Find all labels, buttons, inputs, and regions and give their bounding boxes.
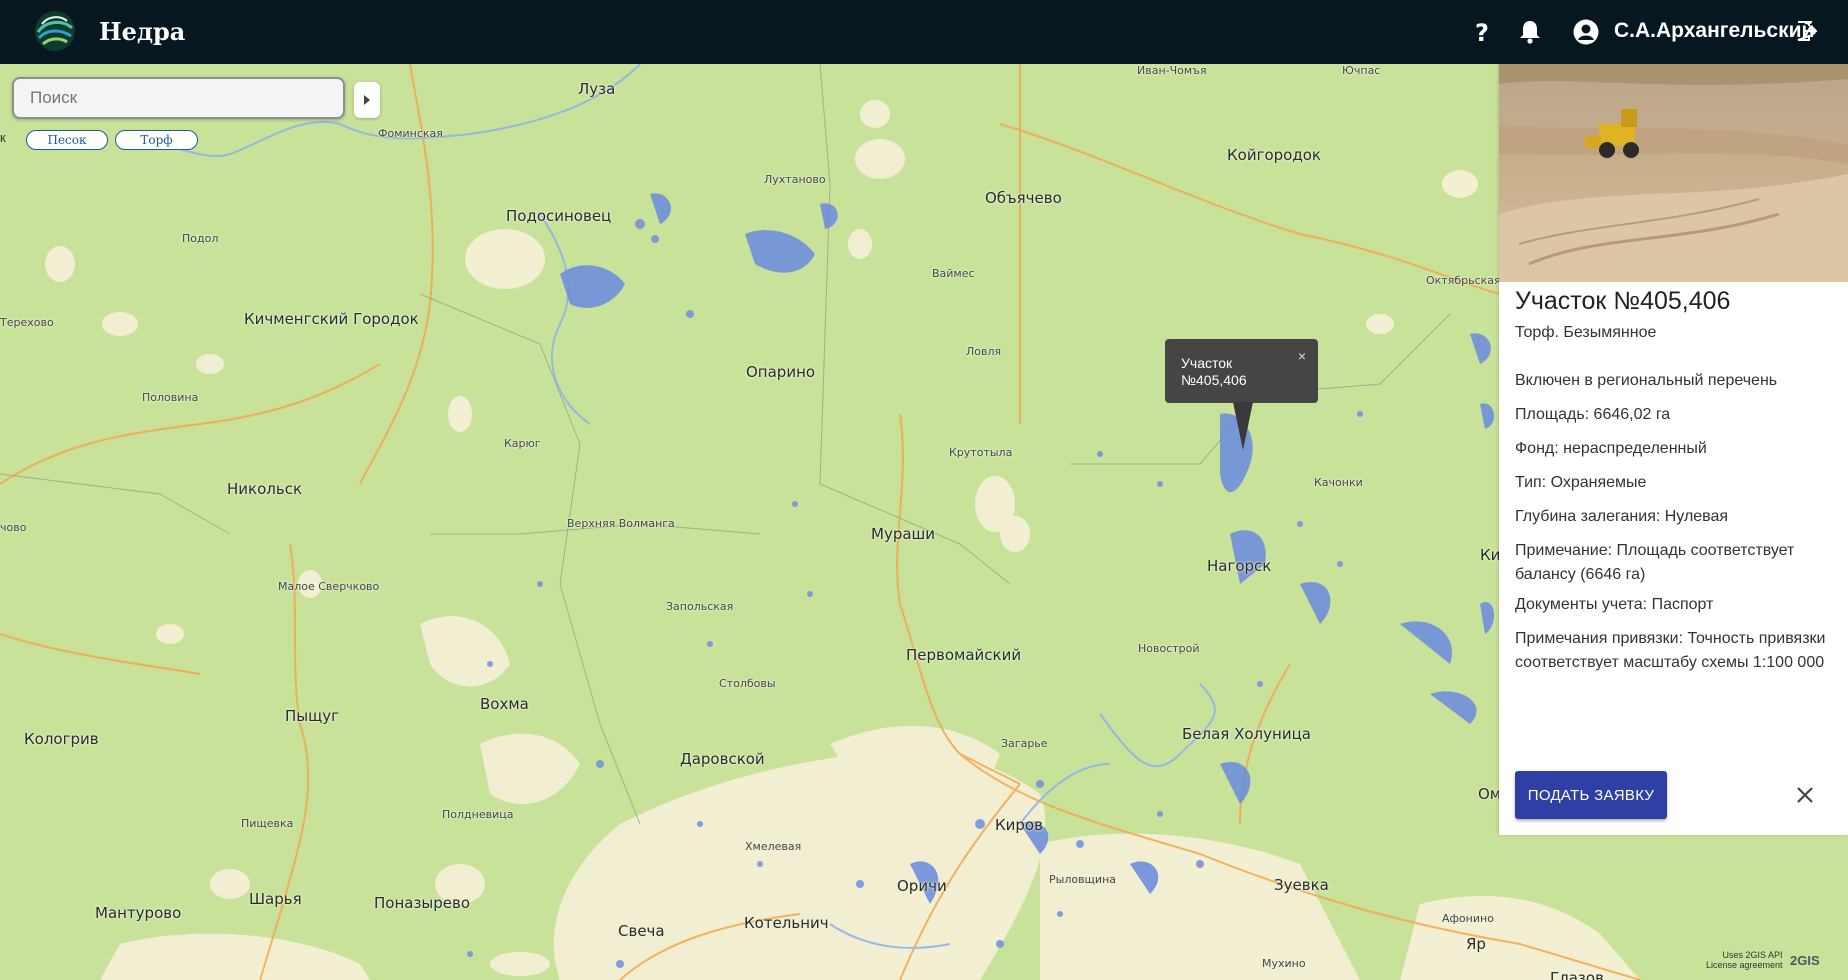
filter-chip-sand[interactable]: Песок bbox=[26, 130, 108, 150]
map-label: Иван-Чомъя bbox=[1137, 64, 1207, 77]
map-label: Оричи bbox=[897, 877, 947, 895]
map-label: Зуевка bbox=[1274, 876, 1329, 894]
map-label: Пыщуг bbox=[285, 707, 340, 725]
map-popup: Участок №405,406 × bbox=[1165, 339, 1318, 403]
logout-icon[interactable] bbox=[1796, 20, 1818, 42]
map-label: Опарино bbox=[746, 363, 816, 381]
map-label: Кичменгский Городок bbox=[244, 310, 419, 328]
map-label: Мураши bbox=[871, 525, 936, 543]
app-header: Недра ? С.А.Архангельский bbox=[0, 0, 1848, 64]
map-label: Даровской bbox=[680, 750, 765, 768]
map-label: Рыловщина bbox=[1049, 873, 1117, 886]
search-toggle-button[interactable] bbox=[354, 82, 380, 118]
map-label: Нагорск bbox=[1207, 557, 1272, 575]
map-label: Койгородок bbox=[1227, 146, 1321, 164]
map-label: Ючпас bbox=[1342, 64, 1381, 77]
site-photo bbox=[1499, 64, 1848, 282]
map-label: Луза bbox=[578, 80, 616, 98]
apply-button[interactable]: ПОДАТЬ ЗАЯВКУ bbox=[1515, 771, 1667, 819]
clipped-label: к bbox=[0, 130, 6, 145]
search-input[interactable] bbox=[14, 79, 343, 117]
map-label: Столбовы bbox=[719, 677, 776, 690]
bell-icon[interactable] bbox=[1516, 18, 1544, 46]
map-label: Новострой bbox=[1138, 642, 1200, 655]
map-label: Малое Сверчково bbox=[278, 580, 380, 593]
map-label: Киров bbox=[995, 816, 1043, 834]
map-label: Подол bbox=[182, 232, 219, 245]
panel-detail-line: Фонд: нераспределенный bbox=[1515, 440, 1707, 457]
map-label: Яр bbox=[1466, 935, 1486, 953]
map-label: Мантурово bbox=[95, 904, 182, 922]
panel-detail-line: Тип: Охраняемые bbox=[1515, 474, 1647, 491]
map-label: Фоминская bbox=[378, 127, 443, 140]
map-label: Ваймес bbox=[932, 267, 975, 280]
map-label: Подосиновец bbox=[506, 207, 612, 225]
map-label: Поназырево bbox=[374, 894, 471, 912]
help-icon[interactable]: ? bbox=[1468, 18, 1496, 46]
map-label: Объячево bbox=[985, 189, 1062, 207]
panel-detail-line: Документы учета: Паспорт bbox=[1515, 596, 1714, 613]
popup-close-button[interactable]: × bbox=[1298, 348, 1306, 364]
map-label: Шарья bbox=[249, 890, 302, 908]
panel-detail-line: Площадь: 6646,02 га bbox=[1515, 406, 1671, 423]
user-name[interactable]: С.А.Архангельский bbox=[1614, 19, 1814, 43]
map-label: Карюг bbox=[504, 437, 541, 450]
map-label: Глазов bbox=[1550, 969, 1604, 980]
panel-detail-line: Примечания привязки: Точность привязки с… bbox=[1515, 630, 1826, 671]
panel-subtitle: Торф. Безымянное bbox=[1515, 324, 1657, 341]
panel-detail-line: Примечание: Площадь соответствует баланс… bbox=[1515, 542, 1795, 583]
map-label: Хмелевая bbox=[745, 840, 802, 853]
details-panel: Участок №405,406 Торф. Безымянное Включе… bbox=[1499, 64, 1848, 835]
close-icon[interactable] bbox=[1792, 782, 1818, 808]
map-label: Белая Холуница bbox=[1182, 725, 1311, 743]
map-label: Загарье bbox=[1001, 737, 1048, 750]
map-label: Котельнич bbox=[744, 914, 829, 932]
map-label: Афонино bbox=[1442, 912, 1494, 925]
map-label: Свеча bbox=[618, 922, 665, 940]
map-label: Ловля bbox=[966, 345, 1002, 358]
map-label: Половина bbox=[142, 391, 199, 404]
map-attribution: Uses 2GIS API License agreement bbox=[1706, 950, 1783, 970]
panel-title: Участок №405,406 bbox=[1515, 287, 1731, 315]
panel-detail-line: Глубина залегания: Нулевая bbox=[1515, 508, 1729, 525]
map-label: Полдневица bbox=[442, 808, 514, 821]
license-link[interactable]: License agreement bbox=[1706, 960, 1783, 970]
map-label: Октябрьская bbox=[1426, 274, 1501, 287]
panel-detail-line: Включен в региональный перечень bbox=[1515, 372, 1778, 389]
map-label: Запольская bbox=[666, 600, 734, 613]
map-label: Мухино bbox=[1262, 957, 1306, 970]
logo-icon[interactable] bbox=[34, 10, 76, 52]
popup-title: Участок №405,406 bbox=[1181, 355, 1247, 388]
map-label: Никольск bbox=[227, 480, 302, 498]
map-label: Ки bbox=[1480, 546, 1501, 564]
map-label: Первомайский bbox=[906, 646, 1022, 664]
attribution-api: Uses 2GIS API bbox=[1722, 950, 1783, 960]
filter-chip-peat[interactable]: Торф bbox=[115, 130, 198, 150]
map-label: Терехово bbox=[0, 316, 54, 329]
map-label: Верхняя Волманга bbox=[567, 517, 675, 530]
map-provider-logo: 2GIS bbox=[1790, 953, 1820, 968]
map-label: Кологрив bbox=[24, 730, 99, 748]
map-label: Вохма bbox=[480, 695, 529, 713]
map-label: Крутотыла bbox=[949, 446, 1013, 459]
app-title: Недра bbox=[99, 17, 186, 46]
caret-right-icon bbox=[364, 95, 370, 105]
map-label: Лухтаново bbox=[764, 173, 826, 186]
search-box bbox=[12, 77, 345, 119]
map-marker-icon[interactable] bbox=[1232, 402, 1254, 452]
svg-text:?: ? bbox=[1475, 19, 1489, 46]
map-label: чово bbox=[0, 521, 27, 534]
map-label: Качонки bbox=[1314, 476, 1363, 489]
map-label: Пищевка bbox=[241, 817, 294, 830]
user-icon[interactable] bbox=[1572, 18, 1600, 46]
